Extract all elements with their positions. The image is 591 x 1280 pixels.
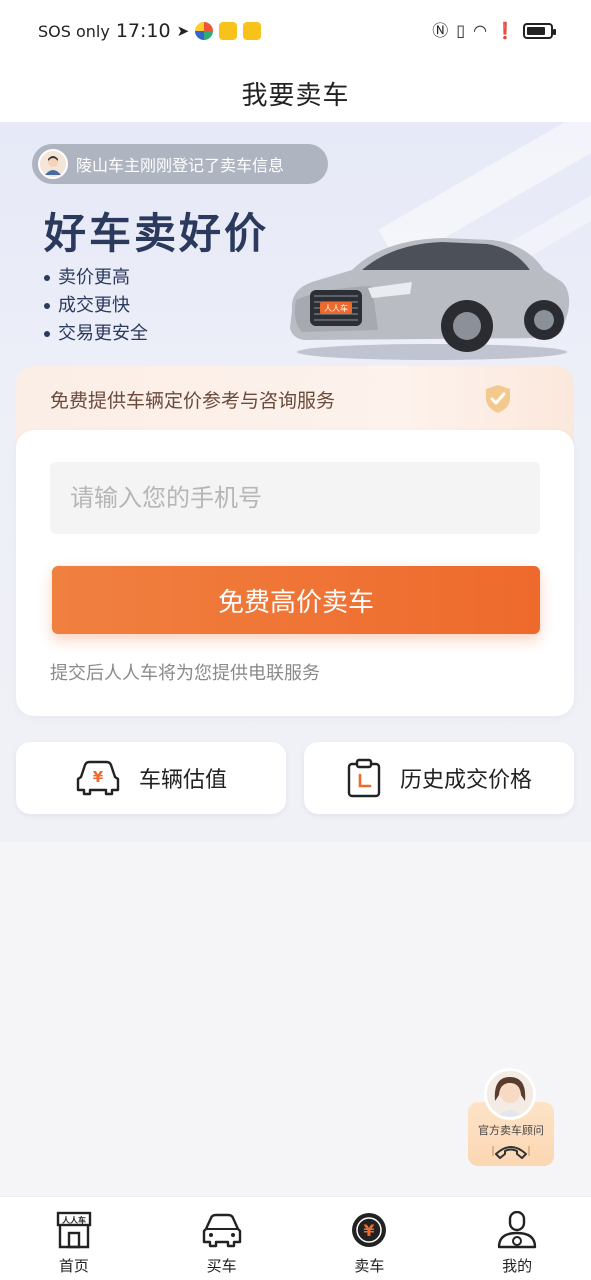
- yuan-coin-icon: ¥: [352, 1213, 387, 1247]
- nav-label: 卖车: [354, 1257, 385, 1275]
- wifi-icon: ◠: [473, 21, 488, 40]
- advisor-label: 官方卖车顾问: [478, 1124, 544, 1137]
- app-icon-2: [219, 22, 238, 40]
- svg-text:¥: ¥: [93, 768, 104, 786]
- car-yuan-icon: ¥: [76, 760, 120, 796]
- hero-slogan: 好车卖好价: [44, 209, 270, 258]
- notice-text: 陵山车主刚刚登记了卖车信息: [76, 156, 285, 175]
- form-header-text: 免费提供车辆定价参考与咨询服务: [50, 390, 336, 412]
- person-icon: [45, 156, 61, 175]
- benefit-item: 卖价更高: [44, 264, 148, 292]
- nav-home[interactable]: 人人车 首页: [0, 1197, 148, 1280]
- phone-icon: [492, 1146, 530, 1159]
- svg-text:¥: ¥: [364, 1221, 375, 1240]
- page-title: 我要卖车: [241, 80, 350, 111]
- benefit-item: 交易更安全: [44, 320, 148, 348]
- nav-profile[interactable]: 我的: [443, 1197, 591, 1280]
- sales-advisor-button[interactable]: 官方卖车顾问: [468, 1068, 554, 1166]
- storefront-icon: 人人车: [56, 1211, 92, 1249]
- clipboard-icon: [347, 758, 381, 798]
- shield-check-icon: [486, 385, 510, 413]
- woman-avatar-icon: [487, 1071, 533, 1117]
- plate-text: 人人车: [324, 303, 348, 313]
- telegram-icon: ➤: [176, 22, 190, 40]
- svg-text:人人车: 人人车: [62, 1215, 86, 1225]
- status-right: Ⓝ ▯ ◠ ❗: [432, 21, 556, 41]
- price-history-label: 历史成交价格: [399, 768, 532, 793]
- status-left: SOS only 17:10 ➤: [38, 20, 262, 42]
- avatar: [38, 149, 68, 179]
- time-text: 17:10: [115, 20, 171, 42]
- app-icon-1: [195, 22, 214, 40]
- nav-label: 首页: [58, 1257, 89, 1275]
- carrier-text: SOS only: [38, 21, 110, 41]
- nav-label: 买车: [206, 1257, 237, 1275]
- form-hint: 提交后人人车将为您提供电联服务: [50, 663, 320, 684]
- user-icon: [497, 1211, 537, 1249]
- benefit-item: 成交更快: [44, 292, 148, 320]
- vibrate-icon: ▯: [456, 21, 466, 40]
- benefit-list: 卖价更高 成交更快 交易更安全: [44, 264, 148, 348]
- app-icon-3: [243, 22, 262, 40]
- valuation-label: 车辆估值: [138, 768, 227, 793]
- bottom-nav: 人人车 首页 买车 ¥ 卖车 我的: [0, 1196, 591, 1280]
- nav-label: 我的: [502, 1257, 533, 1275]
- advisor-avatar: [484, 1068, 536, 1120]
- alert-icon: ❗: [495, 21, 515, 40]
- vehicle-valuation-button[interactable]: ¥ 车辆估值: [16, 742, 286, 814]
- nfc-icon: Ⓝ: [432, 21, 449, 40]
- nav-sell-car[interactable]: ¥ 卖车: [296, 1197, 444, 1280]
- title-bar: 我要卖车: [0, 64, 591, 122]
- nav-buy-car[interactable]: 买车: [148, 1197, 296, 1280]
- status-bar: SOS only 17:10 ➤ Ⓝ ▯ ◠ ❗: [0, 0, 591, 64]
- recent-seller-notice: 陵山车主刚刚登记了卖车信息: [32, 144, 328, 184]
- sell-form-card: 免费高价卖车 提交后人人车将为您提供电联服务: [16, 430, 574, 716]
- price-history-button[interactable]: 历史成交价格: [304, 742, 574, 814]
- phone-input[interactable]: [50, 462, 540, 534]
- car-icon: [202, 1213, 241, 1248]
- sedan-car-illustration: 人人车: [290, 238, 570, 360]
- battery-icon: [523, 23, 556, 39]
- sell-car-button[interactable]: 免费高价卖车: [52, 566, 540, 634]
